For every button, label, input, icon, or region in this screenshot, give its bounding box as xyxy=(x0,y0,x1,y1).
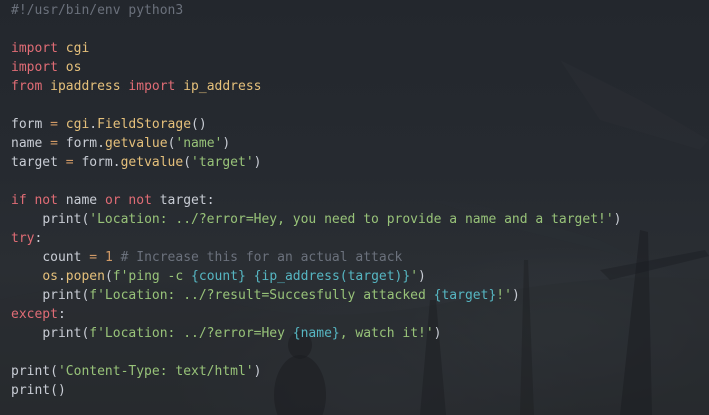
code-line-7: form = cgi.FieldStorage() xyxy=(11,117,207,132)
code-line-14: count = 1 # Increase this for an actual … xyxy=(42,250,403,265)
code-line-1: #!/usr/bin/env python3 xyxy=(11,3,184,18)
code-line-9: target = form.getvalue('target') xyxy=(11,155,262,170)
code-line-21: print() xyxy=(11,383,66,398)
code-line-8: name = form.getvalue('name') xyxy=(11,136,231,151)
code-line-20: print('Content-Type: text/html') xyxy=(11,364,262,379)
code-line-16: print(f'Location: ../?result=Succesfully… xyxy=(42,288,520,303)
code-line-12: print('Location: ../?error=Hey, you need… xyxy=(42,212,622,227)
code-line-15: os.popen(f'ping -c {count} {ip_address(t… xyxy=(42,269,426,284)
code-line-11: if not name or not target: xyxy=(11,193,215,208)
code-line-3: import cgi xyxy=(11,41,90,56)
code-line-4: import os xyxy=(11,60,82,75)
code-editor[interactable]: #!/usr/bin/env python3 import cgi import… xyxy=(0,0,709,415)
code-line-13: try: xyxy=(11,231,43,246)
code-line-5: from ipaddress import ip_address xyxy=(11,79,262,94)
code-line-18: print(f'Location: ../?error=Hey {name}, … xyxy=(42,326,442,341)
code-line-17: except: xyxy=(11,307,66,322)
code-block[interactable]: #!/usr/bin/env python3 import cgi import… xyxy=(11,0,622,400)
